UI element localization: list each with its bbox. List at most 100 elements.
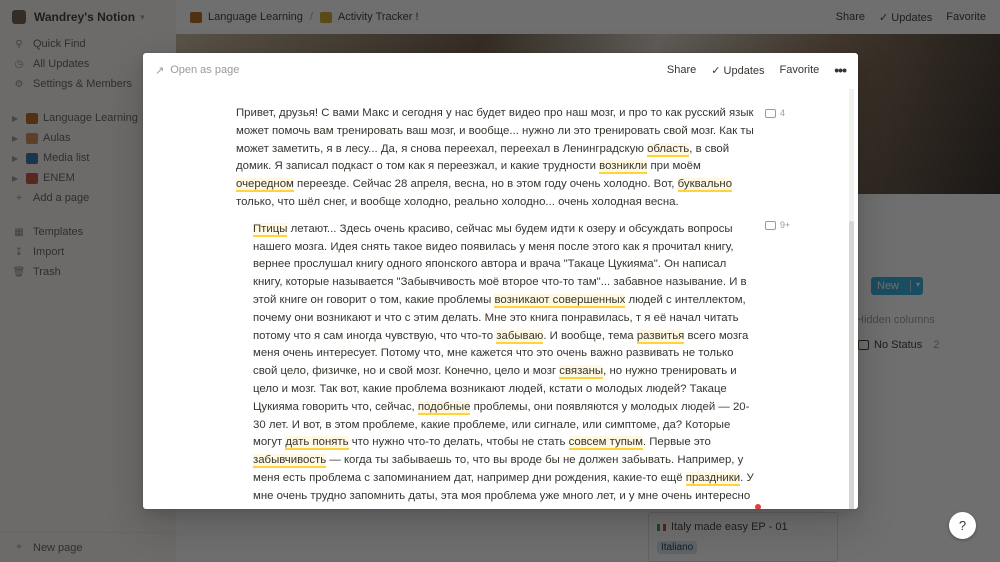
text-run: . Первые это	[642, 436, 711, 449]
divider	[910, 280, 911, 292]
plus-icon: +	[16, 542, 22, 553]
hidden-column-no-status[interactable]: No Status 2	[858, 339, 939, 351]
download-icon: ↧	[14, 246, 24, 258]
new-button[interactable]: New ▾	[871, 277, 923, 295]
updates-label: Updates	[891, 11, 933, 24]
sidebar-item-label: Media list	[43, 152, 90, 164]
breadcrumb: Language Learning / Activity Tracker !	[190, 11, 419, 23]
open-as-page-label: Open as page	[170, 64, 240, 76]
comment-indicator[interactable]: 9+	[765, 220, 790, 230]
highlighted-word: возникают совершенных	[494, 293, 626, 308]
text-run: при моём	[647, 160, 701, 173]
page-icon	[26, 132, 38, 144]
page-icon	[190, 11, 202, 23]
new-button-label: New	[877, 280, 900, 292]
favorite-button[interactable]: Favorite	[946, 11, 986, 23]
breadcrumb-item[interactable]: Language Learning	[208, 11, 303, 23]
sidebar-item-label: Quick Find	[33, 38, 86, 50]
page-icon	[26, 112, 38, 124]
page-peek-modal: ↗ Open as page Share ✓ Updates Favorite …	[143, 53, 858, 509]
highlighted-word: праздники	[685, 471, 741, 486]
sidebar-item-label: Trash	[33, 266, 61, 278]
board-card[interactable]: Italy made easy EP - 01 Italiano	[648, 512, 838, 562]
comment-icon	[765, 220, 776, 230]
new-page-button[interactable]: + New page	[0, 532, 176, 562]
text-block[interactable]: Птицы летают... Здесь очень красиво, сей…	[236, 221, 756, 509]
highlighted-word: возникли	[599, 160, 648, 175]
highlighted-word: развитья	[636, 329, 685, 344]
italy-flag-icon	[657, 523, 666, 531]
workspace-switcher[interactable]: Wandrey's Notion ▾	[0, 0, 176, 34]
highlighted-word: дать понять	[285, 436, 349, 451]
caret-right-icon[interactable]: ▶	[12, 114, 22, 123]
sidebar-item-label: All Updates	[33, 58, 90, 70]
workspace-name: Wandrey's Notion	[34, 10, 136, 24]
modal-toolbar: ↗ Open as page Share ✓ Updates Favorite …	[143, 53, 858, 87]
question-icon: ?	[958, 518, 967, 533]
caret-right-icon[interactable]: ▶	[12, 154, 22, 163]
chevron-down-icon: ▾	[140, 11, 145, 22]
cursor-dot	[755, 504, 761, 509]
comment-indicator[interactable]: 4	[765, 108, 785, 118]
sidebar-item-label: Add a page	[33, 192, 90, 204]
caret-right-icon[interactable]: ▶	[12, 134, 22, 143]
check-icon: ✓	[711, 64, 724, 77]
text-block[interactable]: Привет, друзья! С вами Макс и сегодня у …	[236, 105, 756, 212]
scrollbar-thumb[interactable]	[849, 221, 854, 509]
sidebar-item-label: Templates	[33, 226, 84, 238]
highlighted-word: очередном	[236, 178, 294, 193]
breadcrumb-item[interactable]: Activity Tracker !	[338, 11, 419, 23]
sidebar-item-label: Aulas	[43, 132, 71, 144]
chevron-down-icon[interactable]: ▾	[916, 280, 920, 289]
comment-count: 4	[780, 108, 786, 118]
help-button[interactable]: ?	[949, 512, 976, 539]
favorite-button[interactable]: Favorite	[780, 64, 820, 76]
sidebar-item-label: Import	[33, 246, 65, 258]
no-status-label: No Status	[874, 339, 923, 351]
page-icon	[319, 11, 332, 23]
expand-icon: ↗	[155, 64, 165, 77]
no-status-icon	[858, 340, 869, 350]
highlighted-word: забываю	[496, 329, 544, 344]
no-status-count: 2	[933, 339, 940, 351]
text-run: . И вообще, тема	[543, 329, 637, 342]
open-as-page-button[interactable]: ↗ Open as page	[155, 64, 239, 77]
share-button[interactable]: Share	[667, 64, 696, 76]
gear-icon: ⚙	[14, 78, 24, 90]
highlighted-word: забывчивость	[253, 454, 327, 469]
sidebar-item-quick-find[interactable]: ⚲ Quick Find	[0, 34, 176, 54]
sidebar-item-label: ENEM	[43, 172, 75, 184]
updates-button[interactable]: ✓ Updates	[711, 64, 764, 77]
page-icon	[26, 152, 38, 164]
card-title: Italy made easy EP - 01	[671, 521, 788, 533]
page-icon	[26, 172, 38, 184]
top-bar: Language Learning / Activity Tracker ! S…	[176, 0, 1000, 34]
highlighted-word: подобные	[417, 400, 471, 415]
sidebar-item-label: Settings & Members	[33, 78, 133, 90]
page-content[interactable]: Привет, друзья! С вами Макс и сегодня у …	[236, 105, 756, 509]
highlighted-word: область	[647, 142, 690, 157]
text-run: что нужно что-то делать, чтобы не стать	[348, 436, 569, 449]
workspace-avatar	[12, 10, 26, 24]
hidden-columns-label: Hidden columns	[856, 314, 935, 326]
templates-icon: ▦	[14, 226, 24, 238]
trash-icon: 🗑	[12, 266, 26, 278]
new-page-label: New page	[33, 541, 83, 554]
highlighted-word: совсем тупым	[568, 436, 643, 451]
highlighted-word: буквально	[677, 178, 733, 193]
comment-icon	[765, 108, 776, 118]
updates-label: Updates	[723, 64, 765, 77]
search-icon: ⚲	[15, 38, 23, 50]
clock-icon: ◷	[14, 58, 24, 70]
highlighted-word: Птицы	[253, 222, 288, 237]
updates-button[interactable]: ✓ Updates	[879, 11, 932, 24]
share-button[interactable]: Share	[836, 11, 865, 23]
text-run: только, что шёл снег, и вообще холодно, …	[236, 195, 679, 208]
text-run: переезде. Сейчас 28 апреля, весна, но в …	[293, 178, 678, 191]
highlighted-word: связаны	[559, 365, 604, 380]
more-options-icon[interactable]: •••	[834, 62, 847, 78]
breadcrumb-separator: /	[309, 11, 313, 23]
check-icon: ✓	[878, 11, 892, 24]
caret-right-icon[interactable]: ▶	[12, 174, 22, 183]
comment-count: 9+	[780, 220, 791, 230]
